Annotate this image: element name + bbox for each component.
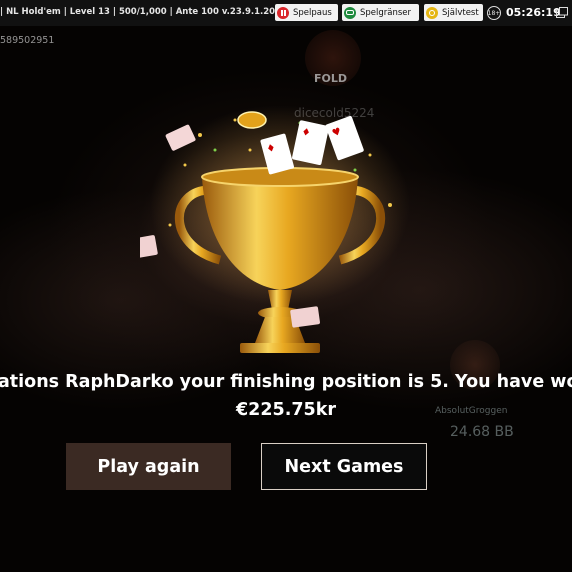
- self-test-icon: [426, 6, 438, 19]
- top-status-bar: | NL Hold'em | Level 13 | 500/1,000 | An…: [0, 0, 572, 26]
- game-info: | NL Hold'em | Level 13 | 500/1,000 | An…: [0, 7, 276, 17]
- window-toggle-icon[interactable]: [556, 7, 568, 18]
- play-again-button[interactable]: Play again: [66, 443, 231, 490]
- next-games-button[interactable]: Next Games: [261, 443, 427, 490]
- fold-status: FOLD: [314, 72, 348, 85]
- sjalvtest-label: Självtest: [442, 7, 479, 18]
- prize-amount: €225.75kr: [236, 400, 336, 420]
- spelgranser-label: Spelgränser: [360, 7, 412, 18]
- sjalvtest-button[interactable]: Självtest: [424, 4, 483, 21]
- seat-player-id: 589502951: [0, 35, 55, 46]
- age-limit-badge: 18+: [487, 6, 501, 20]
- trophy-illustration: ♦ ♦ ♥: [140, 105, 410, 353]
- limits-icon: [344, 6, 356, 19]
- spelpaus-label: Spelpaus: [293, 7, 332, 18]
- result-message: ations RaphDarko your finishing position…: [0, 372, 572, 392]
- spelgranser-button[interactable]: Spelgränser: [342, 4, 419, 21]
- pause-icon: [277, 6, 289, 19]
- player-stack-right: 24.68 BB: [450, 424, 514, 440]
- clock: 05:26:19: [506, 6, 561, 19]
- spelpaus-button[interactable]: Spelpaus: [275, 4, 338, 21]
